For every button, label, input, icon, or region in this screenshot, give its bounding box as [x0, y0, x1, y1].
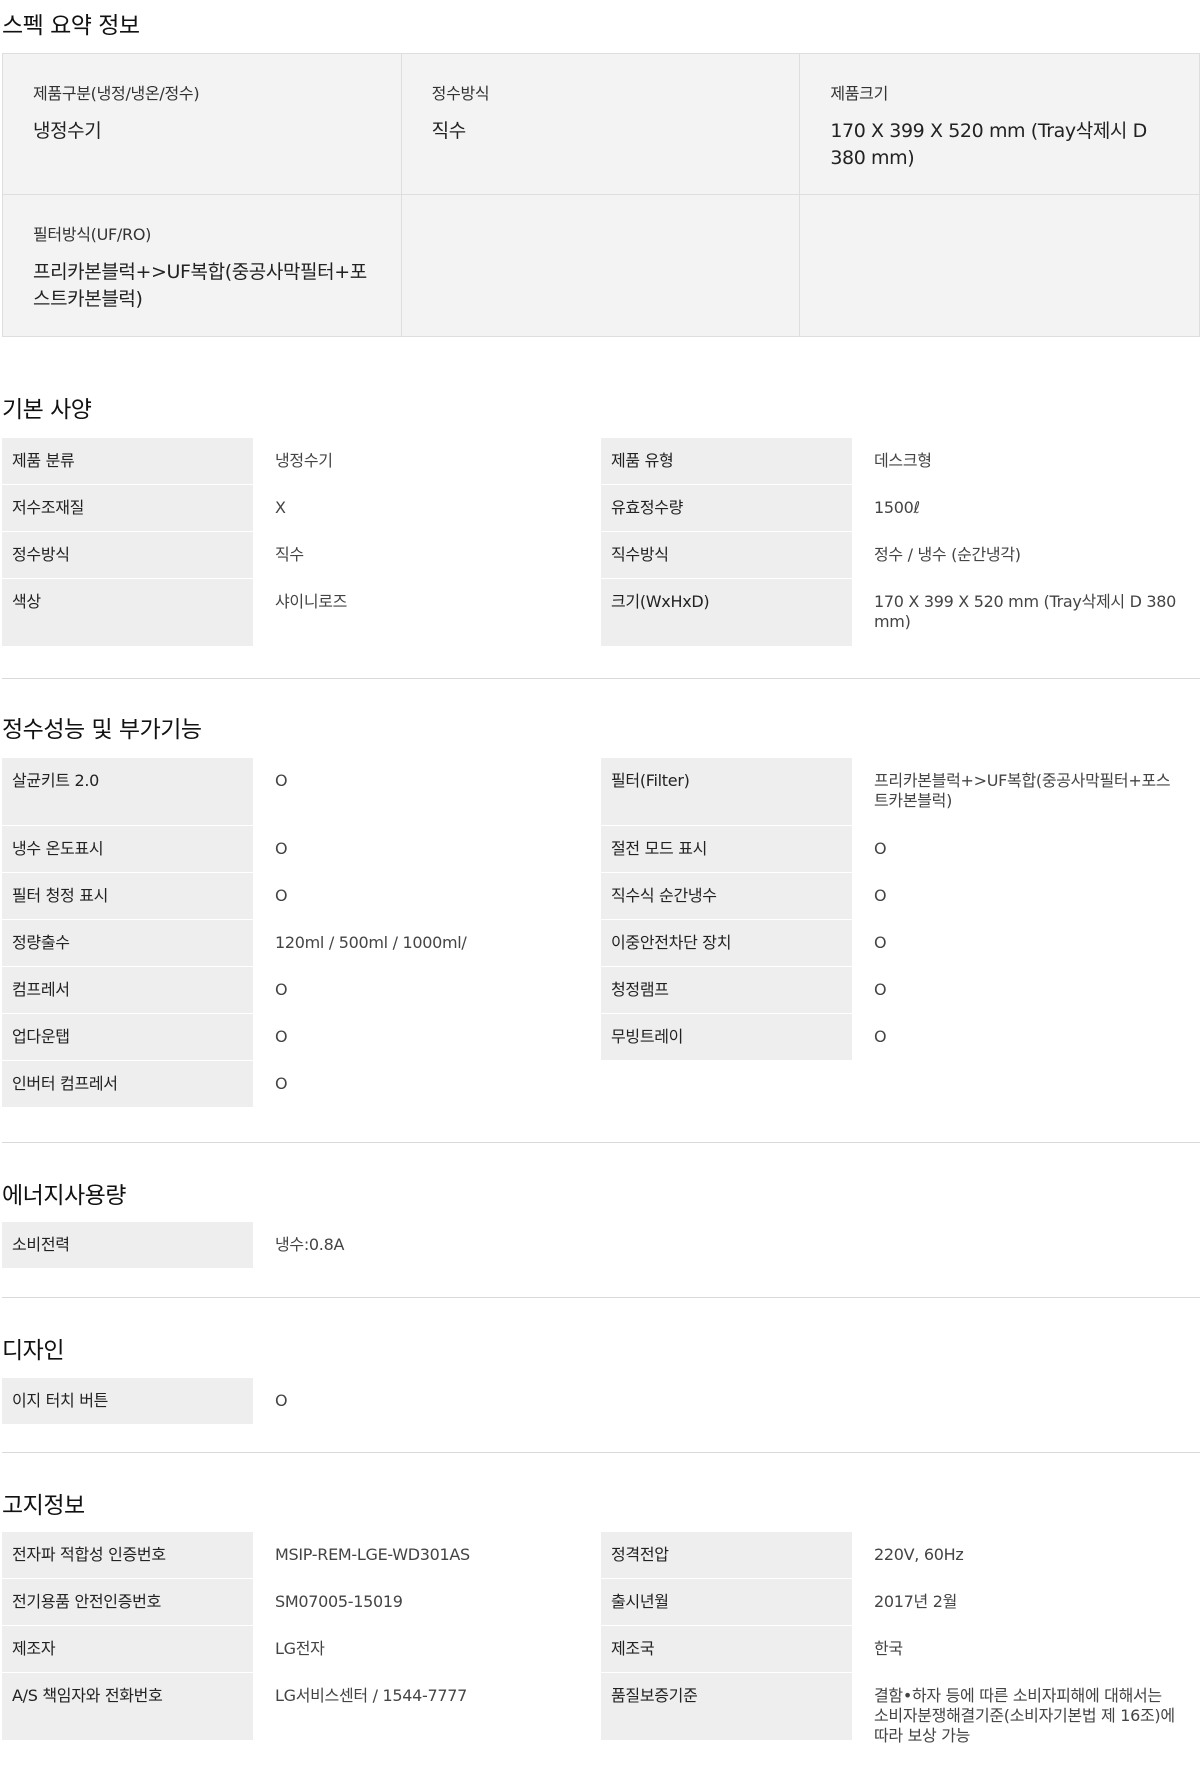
spec-label: 색상 [2, 579, 253, 646]
spec-value: 냉정수기 [275, 451, 333, 470]
spec-label: 업다운탭 [2, 1014, 253, 1060]
spec-value: X [275, 498, 286, 517]
spec-value: O [275, 886, 288, 905]
notice-title: 고지정보 [2, 1493, 85, 1519]
energy-title: 에너지사용량 [2, 1183, 126, 1209]
section-divider [2, 1452, 1200, 1453]
summary-cell-empty [402, 195, 801, 336]
spec-label: 제품 분류 [2, 438, 253, 484]
design-title: 디자인 [2, 1338, 64, 1364]
summary-cell-empty [800, 195, 1199, 336]
spec-label: 제조국 [601, 1626, 852, 1672]
spec-label: 제품 유형 [601, 438, 852, 484]
spec-value: O [874, 980, 887, 999]
summary-cell: 제품크기 170 X 399 X 520 mm (Tray삭제시 D 380 m… [800, 54, 1199, 195]
spec-label: 직수식 순간냉수 [601, 873, 852, 919]
summary-value: 170 X 399 X 520 mm (Tray삭제시 D 380 mm) [830, 120, 1147, 169]
summary-cell: 필터방식(UF/RO) 프리카본블럭+>UF복합(중공사막필터+포스트카본블럭) [3, 195, 402, 336]
spec-label: 냉수 온도표시 [2, 826, 253, 872]
spec-value: 샤이니로즈 [275, 592, 348, 611]
spec-value: LG서비스센터 / 1544-7777 [275, 1686, 467, 1705]
spec-value: O [874, 886, 887, 905]
spec-label: 직수방식 [601, 532, 852, 578]
spec-value: O [275, 1074, 288, 1093]
summary-grid: 제품구분(냉정/냉온/정수) 냉정수기 정수방식 직수 제품크기 170 X 3… [2, 53, 1200, 337]
spec-value: 데스크형 [874, 451, 932, 470]
summary-label: 정수방식 [431, 84, 490, 103]
spec-label: 크기(WxHxD) [601, 579, 852, 646]
spec-value: O [275, 1027, 288, 1046]
spec-label: 전기용품 안전인증번호 [2, 1579, 253, 1625]
spec-label: 품질보증기준 [601, 1673, 852, 1740]
spec-value: O [874, 933, 887, 952]
spec-value: 1500ℓ [874, 498, 920, 517]
spec-value: 정수 / 냉수 (순간냉각) [874, 545, 1021, 564]
spec-label: 정량출수 [2, 920, 253, 966]
spec-label: A/S 책임자와 전화번호 [2, 1673, 253, 1740]
spec-value: 120ml / 500ml / 1000ml/ [275, 933, 467, 952]
section-divider [2, 1142, 1200, 1143]
spec-label: 이지 터치 버튼 [2, 1378, 253, 1424]
spec-value: LG전자 [275, 1639, 325, 1658]
spec-label: 정격전압 [601, 1532, 852, 1578]
spec-label: 전자파 적합성 인증번호 [2, 1532, 253, 1578]
spec-value: 직수 [275, 545, 304, 564]
spec-label: 컴프레서 [2, 967, 253, 1013]
section-divider [2, 1297, 1200, 1298]
spec-value: O [275, 980, 288, 999]
spec-label: 저수조재질 [2, 485, 253, 531]
basic-title: 기본 사양 [2, 397, 92, 423]
spec-value: 결함•하자 등에 따른 소비자피해에 대해서는 소비자분쟁해결기준(소비자기본법… [874, 1686, 1175, 1745]
spec-label: 살균키트 2.0 [2, 758, 253, 825]
spec-value: O [275, 839, 288, 858]
summary-value: 냉정수기 [33, 120, 102, 142]
performance-title: 정수성능 및 부가기능 [2, 717, 202, 743]
spec-value: O [275, 1391, 288, 1410]
spec-label: 제조자 [2, 1626, 253, 1672]
spec-label: 필터(Filter) [601, 758, 852, 825]
spec-label: 유효정수량 [601, 485, 852, 531]
spec-value: 프리카본블럭+>UF복합(중공사막필터+포스트카본블럭) [874, 771, 1171, 810]
summary-cell: 정수방식 직수 [401, 54, 801, 195]
spec-value: O [275, 771, 288, 790]
summary-cell: 제품구분(냉정/냉온/정수) 냉정수기 [3, 54, 402, 195]
spec-value: 170 X 399 X 520 mm (Tray삭제시 D 380 mm) [874, 592, 1177, 631]
spec-label: 이중안전차단 장치 [601, 920, 852, 966]
spec-label: 정수방식 [2, 532, 253, 578]
spec-value: MSIP-REM-LGE-WD301AS [275, 1545, 470, 1564]
spec-label: 소비전력 [2, 1222, 253, 1268]
spec-label: 출시년월 [601, 1579, 852, 1625]
spec-value: O [874, 1027, 887, 1046]
summary-title: 스펙 요약 정보 [2, 13, 140, 39]
spec-label: 무빙트레이 [601, 1014, 852, 1060]
section-divider [2, 678, 1200, 679]
spec-label: 청정램프 [601, 967, 852, 1013]
spec-value: 220V, 60Hz [874, 1545, 964, 1564]
spec-value: 한국 [874, 1639, 903, 1658]
spec-value: 냉수:0.8A [275, 1235, 345, 1254]
spec-label: 절전 모드 표시 [601, 826, 852, 872]
spec-value: 2017년 2월 [874, 1592, 958, 1611]
summary-value: 프리카본블럭+>UF복합(중공사막필터+포스트카본블럭) [33, 261, 367, 310]
summary-label: 제품크기 [830, 84, 889, 103]
summary-label: 제품구분(냉정/냉온/정수) [33, 84, 200, 103]
summary-label: 필터방식(UF/RO) [33, 225, 152, 244]
spec-label: 필터 청정 표시 [2, 873, 253, 919]
spec-value: O [874, 839, 887, 858]
summary-value: 직수 [431, 120, 467, 142]
spec-value: SM07005-15019 [275, 1592, 403, 1611]
spec-label: 인버터 컴프레서 [2, 1061, 253, 1107]
